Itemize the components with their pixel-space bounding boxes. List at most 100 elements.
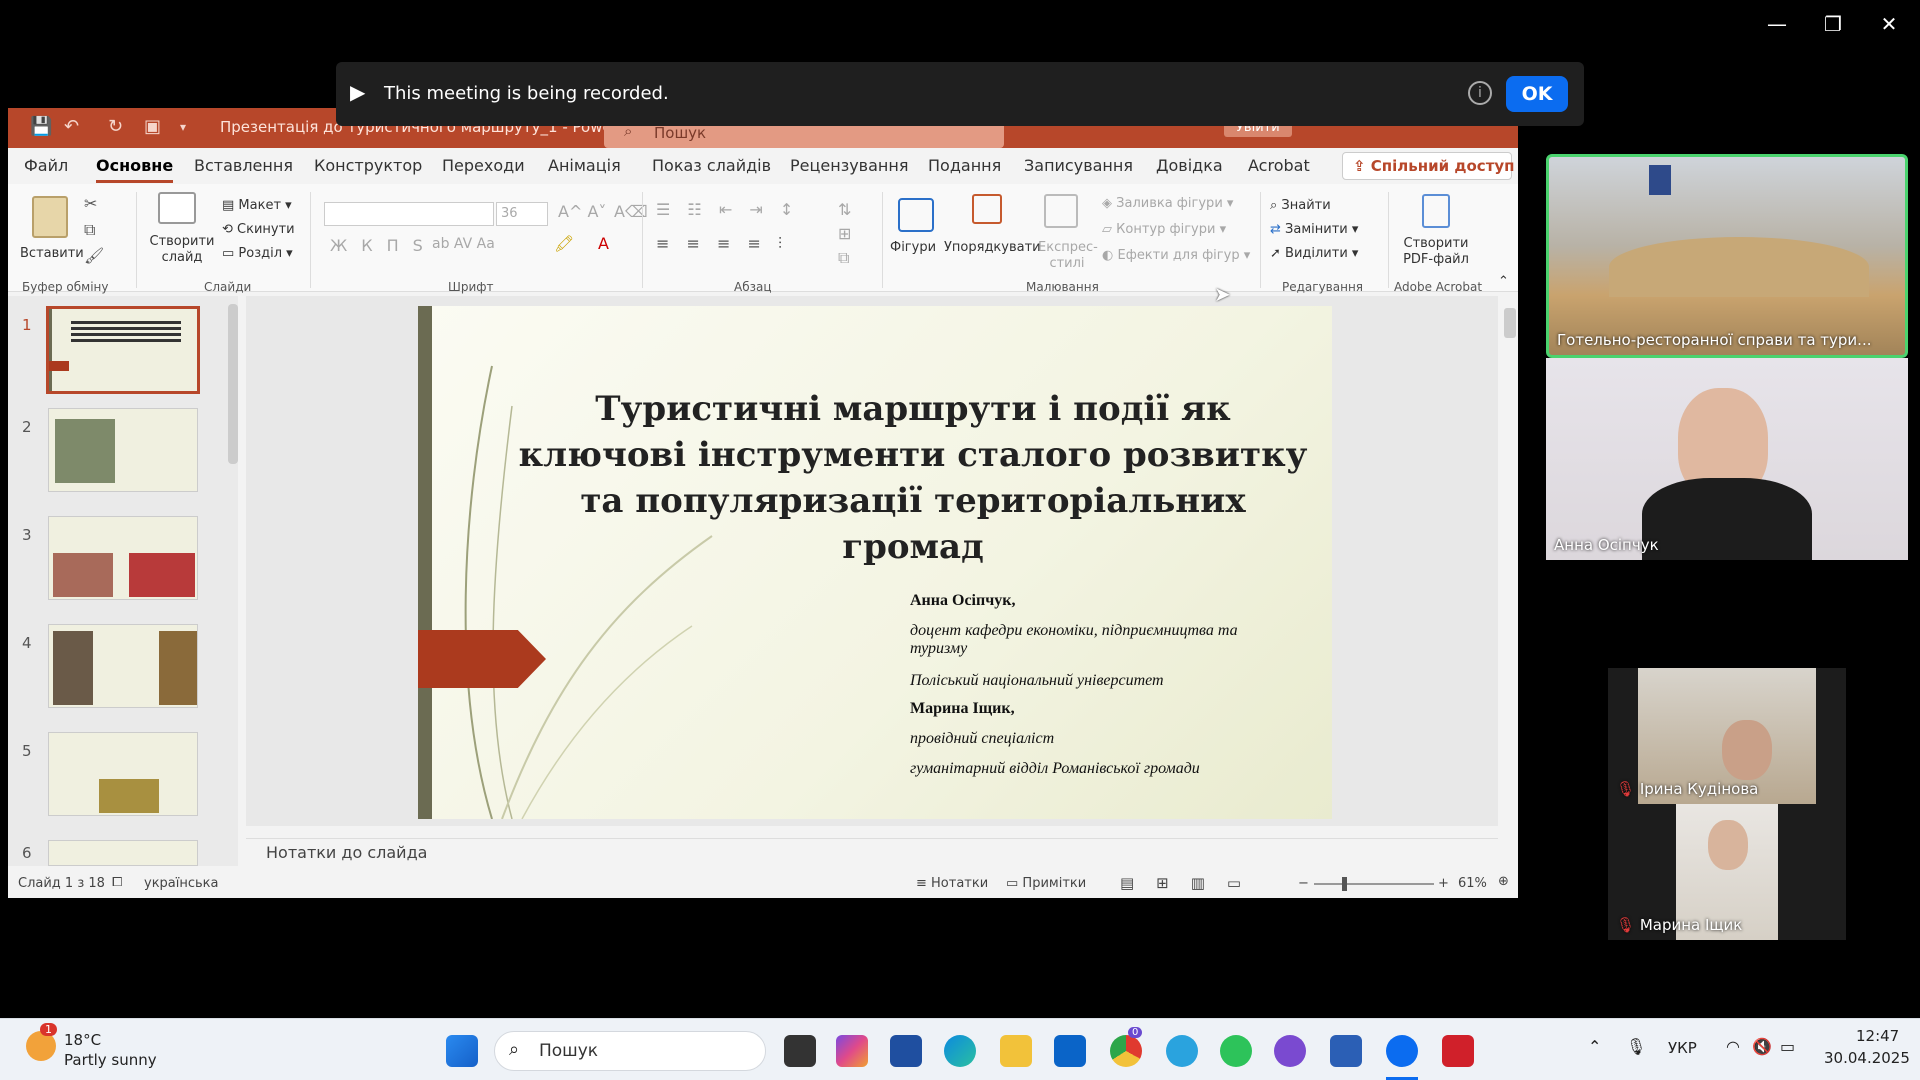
- spellcheck-icon[interactable]: ⧠: [112, 875, 122, 890]
- redo-icon[interactable]: ↻: [108, 116, 123, 137]
- current-slide[interactable]: Туристичні маршрути і події як ключові і…: [418, 306, 1332, 819]
- store-icon[interactable]: [890, 1035, 922, 1067]
- present-icon[interactable]: ▣: [144, 116, 161, 137]
- battery-icon[interactable]: ▭: [1780, 1037, 1795, 1056]
- tab-animations[interactable]: Анімація: [548, 156, 621, 175]
- participant-tile[interactable]: 🎙 Марина Іщик: [1608, 804, 1846, 940]
- tab-file[interactable]: Файл: [24, 156, 68, 175]
- font-style-icons[interactable]: ЖКПS: [330, 236, 437, 255]
- increase-font-icon[interactable]: A^ A˅: [558, 202, 606, 221]
- new-slide-icon[interactable]: [158, 192, 196, 224]
- view-buttons-icons[interactable]: ▤⊞▥▭: [1120, 874, 1263, 892]
- tab-acrobat[interactable]: Acrobat: [1248, 156, 1310, 175]
- format-painter-icon[interactable]: 🖌: [84, 246, 104, 265]
- telegram-icon[interactable]: [1166, 1035, 1198, 1067]
- list-icons[interactable]: ☰ ☷ ⇤ ⇥ ↕: [656, 200, 799, 219]
- show-hidden-icons[interactable]: ⌃: [1588, 1037, 1601, 1056]
- outlook-icon[interactable]: [1054, 1035, 1086, 1067]
- tab-record[interactable]: Записування: [1024, 156, 1133, 175]
- restore-button[interactable]: ❐: [1818, 12, 1848, 36]
- shapes-button[interactable]: Фігури: [890, 240, 936, 255]
- whatsapp-icon[interactable]: [1220, 1035, 1252, 1067]
- participant-tile[interactable]: 🎙 Ірина Кудінова: [1608, 668, 1846, 804]
- shape-fill-button[interactable]: ◈ Заливка фігури ▾: [1102, 196, 1233, 211]
- paste-icon[interactable]: [32, 196, 68, 238]
- shape-effects-button[interactable]: ◐ Ефекти для фігур ▾: [1102, 248, 1250, 263]
- wifi-icon[interactable]: ◠: [1726, 1037, 1740, 1056]
- quick-styles-icon[interactable]: [1044, 194, 1078, 228]
- clock-time[interactable]: 12:47: [1856, 1027, 1899, 1045]
- viber-icon[interactable]: [1274, 1035, 1306, 1067]
- slide-thumbnail-1[interactable]: [46, 306, 200, 394]
- tab-help[interactable]: Довідка: [1156, 156, 1223, 175]
- font-size-select[interactable]: 36: [496, 202, 548, 226]
- notes-pane[interactable]: Нотатки до слайда: [246, 838, 1498, 866]
- arrange-button[interactable]: Упорядкувати: [944, 240, 1041, 255]
- minimize-button[interactable]: —: [1762, 12, 1792, 36]
- shape-outline-button[interactable]: ▱ Контур фігури ▾: [1102, 222, 1226, 237]
- weather-temp[interactable]: 18°C: [64, 1031, 101, 1049]
- participant-tile[interactable]: Готельно-ресторанної справи та тури...: [1546, 154, 1908, 358]
- ok-button[interactable]: OK: [1506, 76, 1568, 112]
- zoom-slider[interactable]: [1314, 883, 1434, 885]
- font-color-icon[interactable]: A: [598, 234, 609, 253]
- volume-icon[interactable]: 🔇: [1752, 1037, 1772, 1056]
- tab-view[interactable]: Подання: [928, 156, 1001, 175]
- slide-thumbnail-5[interactable]: [48, 732, 198, 816]
- reset-button[interactable]: ⟲ Скинути: [222, 222, 295, 237]
- canvas-scrollbar[interactable]: [1504, 308, 1516, 338]
- zoom-thumb[interactable]: [1342, 877, 1347, 891]
- language-indicator[interactable]: українська: [144, 876, 219, 891]
- share-button[interactable]: ⇪ Спільний доступ: [1342, 152, 1515, 180]
- create-pdf-icon[interactable]: [1422, 194, 1450, 228]
- participant-tile[interactable]: Анна Осіпчук: [1546, 358, 1908, 560]
- task-view-icon[interactable]: [784, 1035, 816, 1067]
- font-family-select[interactable]: [324, 202, 494, 226]
- layout-button[interactable]: ▤ Макет ▾: [222, 198, 292, 213]
- fit-slide-icon[interactable]: ⊕: [1498, 874, 1509, 889]
- copy-icon[interactable]: ⧉: [84, 220, 95, 240]
- notes-toggle[interactable]: ≡ Нотатки: [916, 876, 988, 891]
- chrome-icon[interactable]: [1110, 1035, 1142, 1067]
- highlight-icon[interactable]: 🖍: [554, 234, 574, 253]
- tab-slideshow[interactable]: Показ слайдів: [652, 156, 771, 175]
- taskbar-search[interactable]: ⌕ Пошук: [494, 1031, 766, 1071]
- cut-icon[interactable]: ✂: [84, 194, 97, 213]
- align-icons[interactable]: ≡ ≡ ≡ ≡ ⫶: [656, 234, 788, 254]
- strikethrough-icon[interactable]: ab AV Aa: [432, 236, 495, 252]
- text-direction-icon[interactable]: ⇅: [838, 200, 851, 219]
- thumbs-scrollbar[interactable]: [228, 304, 238, 464]
- zoom-out-icon[interactable]: −: [1298, 876, 1309, 891]
- undo-icon[interactable]: ↶: [64, 116, 79, 137]
- paste-button[interactable]: Вставити: [20, 246, 84, 261]
- slide-thumbnail-2[interactable]: [48, 408, 198, 492]
- smartart-icon[interactable]: ⧉: [838, 248, 849, 268]
- comments-toggle[interactable]: ▭ Примітки: [1006, 876, 1086, 891]
- slide-thumbnail-4[interactable]: [48, 624, 198, 708]
- slide-thumbnail-6[interactable]: [48, 840, 198, 866]
- microphone-icon[interactable]: 🎙: [1626, 1037, 1646, 1056]
- start-icon[interactable]: [446, 1035, 478, 1067]
- tab-design[interactable]: Конструктор: [314, 156, 422, 175]
- info-icon[interactable]: i: [1468, 81, 1492, 105]
- weather-desc[interactable]: Partly sunny: [64, 1051, 157, 1069]
- arrange-icon[interactable]: [972, 194, 1002, 224]
- input-language[interactable]: УКР: [1668, 1039, 1697, 1057]
- customize-qat-icon[interactable]: ▾: [180, 120, 186, 134]
- tab-transitions[interactable]: Переходи: [442, 156, 525, 175]
- replace-button[interactable]: ⇄ Замінити ▾: [1270, 222, 1358, 237]
- acrobat-icon[interactable]: [1442, 1035, 1474, 1067]
- zoom-in-icon[interactable]: +: [1438, 876, 1449, 891]
- close-window-button[interactable]: ✕: [1874, 12, 1904, 36]
- select-button[interactable]: ➚ Виділити ▾: [1270, 246, 1358, 261]
- create-pdf-button[interactable]: Створити PDF-файл: [1396, 236, 1476, 268]
- tab-insert[interactable]: Вставлення: [194, 156, 293, 175]
- find-button[interactable]: ⌕ Знайти: [1270, 198, 1331, 213]
- section-button[interactable]: ▭ Розділ ▾: [222, 246, 293, 261]
- edge-icon[interactable]: [944, 1035, 976, 1067]
- clock-date[interactable]: 30.04.2025: [1824, 1049, 1910, 1067]
- quick-styles-button[interactable]: Експрес-стилі: [1038, 240, 1098, 272]
- new-slide-button[interactable]: Створити слайд: [148, 234, 216, 266]
- save-icon[interactable]: 💾: [30, 116, 52, 137]
- word-icon[interactable]: [1330, 1035, 1362, 1067]
